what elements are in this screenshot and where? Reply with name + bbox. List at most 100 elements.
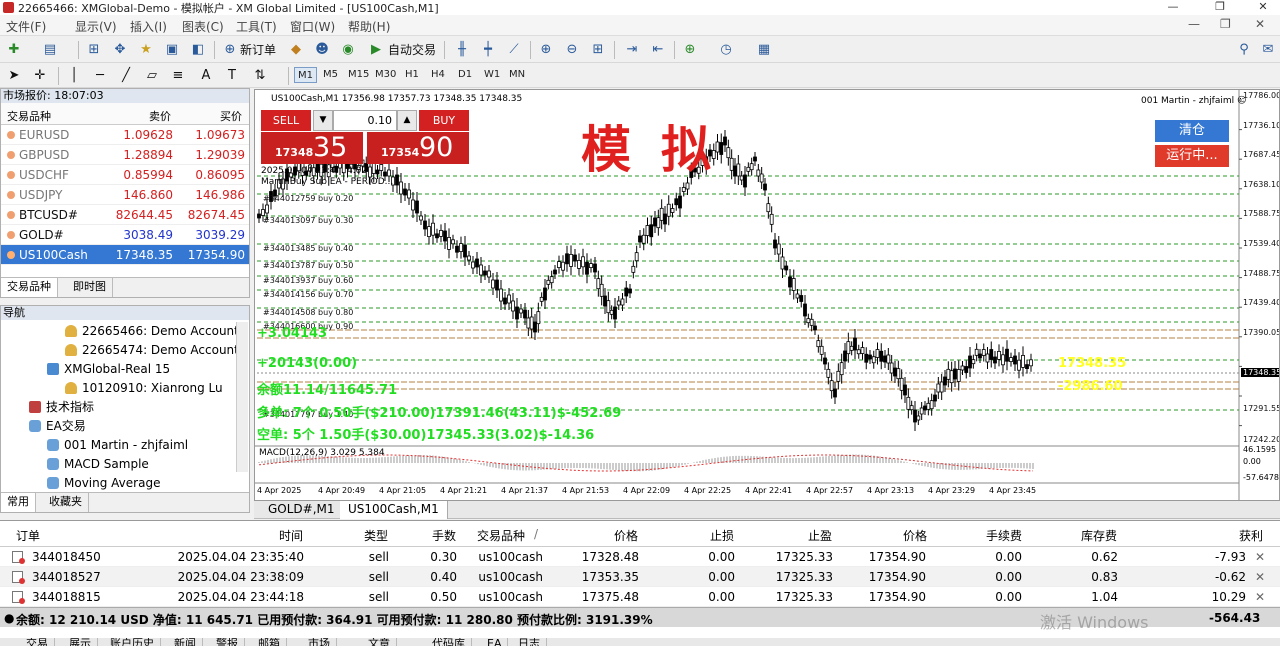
indicators-icon[interactable]: ⊕ <box>680 40 700 60</box>
col-symbol[interactable]: 交易品种 <box>477 527 525 544</box>
market-watch-row[interactable]: US100Cash 17348.35 17354.90 <box>1 245 249 265</box>
menu-tools[interactable]: 工具(T) <box>236 18 277 35</box>
channel-icon[interactable]: ▱ <box>142 66 162 86</box>
search-icon[interactable]: ⚲ <box>1234 40 1254 60</box>
new-order-icon[interactable]: ⊕ <box>220 40 240 60</box>
col-order[interactable]: 订单 <box>16 527 40 544</box>
new-chart-icon[interactable]: ✚ <box>4 40 24 60</box>
line-chart-icon[interactable]: ⟋ <box>504 40 524 60</box>
col-commission[interactable]: 手续费 <box>986 527 1022 544</box>
col-cur-price[interactable]: 价格 <box>903 527 927 544</box>
chat-icon[interactable]: ✉ <box>1258 40 1278 60</box>
menu-chart[interactable]: 图表(C) <box>182 18 224 35</box>
chart-tab-gold[interactable]: GOLD#,M1 <box>260 501 344 519</box>
running-button[interactable]: 运行中... <box>1155 145 1229 167</box>
chart-tab-us100[interactable]: US100Cash,M1 <box>340 501 448 519</box>
mdi-restore-button[interactable]: ❐ <box>1220 17 1231 31</box>
col-lots[interactable]: 手数 <box>432 527 456 544</box>
menu-window[interactable]: 窗口(W) <box>290 18 335 35</box>
auto-trade-icon[interactable]: ▶ <box>366 40 386 60</box>
sell-price-box[interactable]: 17348 35 <box>261 132 363 164</box>
cursor-icon[interactable]: ➤ <box>4 66 24 86</box>
menu-insert[interactable]: 插入(I) <box>130 18 167 35</box>
lot-decrease-button[interactable]: ▼ <box>313 110 333 131</box>
navigator-scrollbar[interactable] <box>236 322 248 472</box>
market-watch-row[interactable]: USDJPY 146.860 146.986 <box>1 185 249 205</box>
order-row[interactable]: 344018450 2025.04.04 23:35:40 sell 0.30 us10… <box>0 547 1280 567</box>
close-order-icon[interactable]: ✕ <box>1255 550 1265 564</box>
col-tp[interactable]: 止盈 <box>808 527 832 544</box>
maximize-button[interactable]: ❐ <box>1205 0 1235 15</box>
timeframe-m1[interactable]: M1 <box>294 67 317 83</box>
navigator-item[interactable]: 22665466: Demo Account <box>65 322 239 341</box>
profiles-icon[interactable]: ▤ <box>40 40 60 60</box>
market-watch-row[interactable]: GBPUSD 1.28894 1.29039 <box>1 145 249 165</box>
close-order-icon[interactable]: ✕ <box>1255 590 1265 604</box>
timeframe-m15[interactable]: M15 <box>345 67 372 83</box>
navigator-icon[interactable]: ★ <box>136 40 156 60</box>
menu-file[interactable]: 文件(F) <box>6 18 46 35</box>
new-order-button[interactable]: 新订单 <box>240 40 276 60</box>
timeframe-m5[interactable]: M5 <box>320 67 341 83</box>
tab-tick-chart[interactable]: 即时图 <box>67 278 113 297</box>
close-button[interactable]: ✕ <box>1248 0 1278 15</box>
templates-icon[interactable]: ▦ <box>754 40 774 60</box>
market-watch-row[interactable]: GOLD# 3038.49 3039.29 <box>1 225 249 245</box>
buy-price-box[interactable]: 17354 90 <box>367 132 469 164</box>
col-time[interactable]: 时间 <box>279 527 303 544</box>
col-ask[interactable]: 买价 <box>220 108 242 124</box>
label-icon[interactable]: T <box>222 66 242 86</box>
terminal-tab[interactable]: 警报 <box>210 638 245 646</box>
terminal-icon[interactable]: ▣ <box>162 40 182 60</box>
lot-input[interactable]: 0.10 <box>333 110 397 131</box>
order-row[interactable]: 344018527 2025.04.04 23:38:09 sell 0.40 us10… <box>0 567 1280 587</box>
signals-icon[interactable]: ◉ <box>338 40 358 60</box>
menu-help[interactable]: 帮助(H) <box>348 18 390 35</box>
horizontal-line-icon[interactable]: ─ <box>90 66 110 86</box>
timeframe-h1[interactable]: H1 <box>402 67 422 83</box>
lot-increase-button[interactable]: ▲ <box>397 110 417 131</box>
tester-icon[interactable]: ◧ <box>188 40 208 60</box>
bar-chart-icon[interactable]: ╫ <box>452 40 472 60</box>
timeframe-d1[interactable]: D1 <box>455 67 475 83</box>
sell-button[interactable]: SELL <box>261 110 311 131</box>
tab-common[interactable]: 常用 <box>1 493 36 512</box>
chart-shift-icon[interactable]: ⇤ <box>648 40 668 60</box>
vertical-line-icon[interactable]: │ <box>64 66 84 86</box>
ea-name-label[interactable]: 001 Martin - zhjfaiml ☺ <box>1141 96 1246 106</box>
market-watch-icon[interactable]: ⊞ <box>84 40 104 60</box>
auto-trade-button[interactable]: 自动交易 <box>388 40 436 60</box>
metaeditor-icon[interactable]: ◆ <box>286 40 306 60</box>
zoom-in-icon[interactable]: ⊕ <box>536 40 556 60</box>
terminal-tab[interactable]: 文章 <box>362 638 397 646</box>
col-type[interactable]: 类型 <box>364 527 388 544</box>
col-swap[interactable]: 库存费 <box>1081 527 1117 544</box>
market-watch-row[interactable]: USDCHF 0.85994 0.86095 <box>1 165 249 185</box>
terminal-tab[interactable]: EA <box>481 638 509 646</box>
mdi-minimize-button[interactable]: — <box>1188 17 1200 31</box>
timeframe-h4[interactable]: H4 <box>428 67 448 83</box>
col-profit[interactable]: 获利 <box>1239 527 1263 544</box>
terminal-tab[interactable]: 账户历史 <box>104 638 161 646</box>
text-icon[interactable]: A <box>196 66 216 86</box>
buy-button[interactable]: BUY <box>419 110 469 131</box>
close-order-icon[interactable]: ✕ <box>1255 570 1265 584</box>
zoom-out-icon[interactable]: ⊖ <box>562 40 582 60</box>
fibonacci-icon[interactable]: ≡ <box>168 66 188 86</box>
navigator-item[interactable]: MACD Sample <box>47 455 149 474</box>
market-watch-row[interactable]: EURUSD 1.09628 1.09673 <box>1 125 249 145</box>
menu-view[interactable]: 显示(V) <box>75 18 117 35</box>
minimize-button[interactable]: — <box>1158 0 1188 15</box>
tab-favorites[interactable]: 收藏夹 <box>43 493 89 512</box>
col-symbol[interactable]: 交易品种 <box>7 108 51 124</box>
terminal-tab[interactable]: 市场 <box>302 638 337 646</box>
navigator-item[interactable]: 10120910: Xianrong Lu <box>65 379 223 398</box>
close-all-button[interactable]: 清仓 <box>1155 120 1229 142</box>
terminal-tab[interactable]: 代码库 <box>426 638 472 646</box>
terminal-tab[interactable]: 日志 <box>512 638 547 646</box>
terminal-tab[interactable]: 邮箱 <box>252 638 287 646</box>
terminal-tab[interactable]: 交易 <box>20 638 55 646</box>
crosshair-icon[interactable]: ✛ <box>30 66 50 86</box>
community-icon[interactable]: ☻ <box>312 40 332 60</box>
navigator-item[interactable]: 22665474: Demo Account <box>65 341 239 360</box>
